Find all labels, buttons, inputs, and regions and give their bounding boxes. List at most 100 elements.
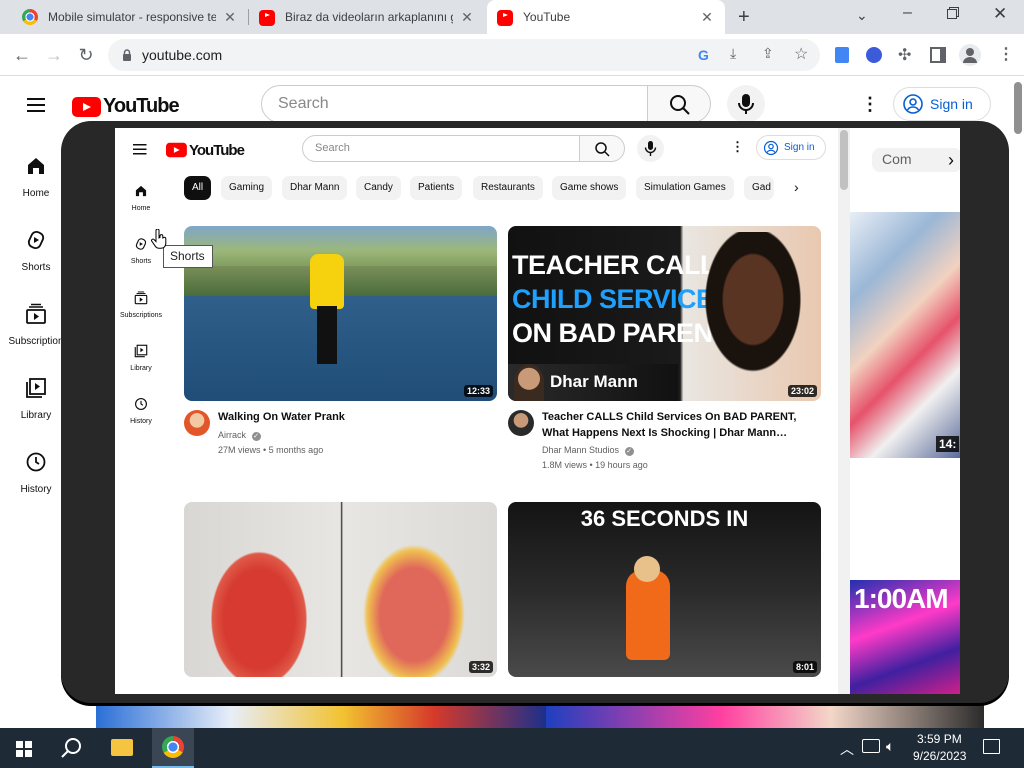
chrome-icon — [162, 736, 184, 758]
youtube-play-icon — [72, 96, 101, 117]
tab-search-icon[interactable]: ⌄ — [856, 7, 868, 24]
verified-icon: ✓ — [251, 432, 261, 441]
sidebar-item-library[interactable]: Library — [116, 344, 166, 372]
history-icon — [135, 398, 147, 410]
extension-doc-icon[interactable] — [835, 47, 849, 63]
forward-icon[interactable]: → — [44, 45, 64, 65]
sidebar-item-home[interactable]: Home — [116, 184, 166, 212]
account-icon — [903, 94, 923, 114]
simulator-scrollbar[interactable] — [838, 128, 850, 694]
extensions-puzzle-icon[interactable]: ✣ — [898, 45, 911, 65]
duration-badge: 3:32 — [468, 661, 493, 673]
share-icon[interactable]: ⇪ — [762, 45, 774, 62]
microphone-icon — [738, 94, 754, 114]
menu-icon[interactable] — [133, 141, 147, 158]
browser-toolbar: ← → ↻ youtube.com G ⤓ ⇪ ☆ ✣ ⋮ — [0, 34, 1024, 76]
library-icon — [134, 344, 148, 358]
extension-shield-icon[interactable] — [866, 47, 882, 63]
chip-simulation-games[interactable]: Simulation Games — [636, 176, 734, 200]
volume-muted-icon[interactable]: 🔈︎ — [886, 738, 894, 755]
chip-restaurants[interactable]: Restaurants — [473, 176, 543, 200]
google-icon[interactable]: G — [698, 47, 709, 63]
url-text: youtube.com — [142, 47, 223, 63]
clock-time[interactable]: 3:59 PM — [917, 732, 962, 746]
chip-game-shows[interactable]: Game shows — [552, 176, 627, 200]
network-icon[interactable] — [862, 739, 880, 753]
sidebar-item-history[interactable]: History — [116, 397, 166, 425]
video-title[interactable]: Walking On Water Prank — [218, 409, 345, 425]
tab-title: Biraz da videoların arkaplanını gö — [285, 10, 453, 24]
chip-partial[interactable]: Com — [872, 148, 960, 172]
search-button[interactable] — [579, 135, 625, 162]
search-input[interactable]: Search — [302, 135, 580, 162]
reload-icon[interactable]: ↻ — [76, 45, 96, 65]
chrome-menu-icon[interactable]: ⋮ — [998, 44, 1014, 64]
back-icon[interactable]: ← — [12, 45, 32, 65]
side-panel-icon[interactable] — [930, 47, 946, 63]
simulator-scrollbar-thumb[interactable] — [840, 130, 848, 190]
thumbnail-person — [317, 306, 337, 364]
address-bar[interactable]: youtube.com G ⤓ ⇪ ☆ — [108, 39, 820, 71]
sidebar-label: Library — [130, 365, 152, 372]
install-icon[interactable]: ⤓ — [730, 45, 736, 62]
channel-avatar[interactable] — [184, 410, 210, 436]
thumbnail-hand — [354, 532, 474, 677]
windows-start-icon[interactable] — [16, 741, 32, 757]
chip-candy[interactable]: Candy — [356, 176, 401, 200]
library-icon — [26, 378, 46, 398]
chip-all[interactable]: All — [184, 176, 212, 200]
search-icon[interactable] — [61, 737, 83, 764]
search-input[interactable]: Search — [261, 85, 649, 123]
file-explorer-icon[interactable] — [111, 739, 133, 756]
restore-icon[interactable] — [947, 6, 959, 19]
sidebar-label: History — [130, 418, 152, 425]
tab-youtube-video[interactable]: Biraz da videoların arkaplanını gö ✕ — [249, 0, 485, 34]
chip-patients[interactable]: Patients — [410, 176, 463, 200]
channel-name[interactable]: Dhar Mann Studios — [542, 445, 619, 455]
settings-more-icon[interactable]: ⋮ — [861, 94, 879, 115]
voice-search-button[interactable] — [727, 85, 765, 123]
page-scrollbar[interactable] — [1014, 82, 1022, 134]
taskbar-chrome-button[interactable] — [152, 728, 194, 768]
chip-gaming[interactable]: Gaming — [221, 176, 273, 200]
sign-in-button[interactable]: Sign in — [756, 135, 826, 160]
video-title[interactable]: Teacher CALLS Child Services On BAD PARE… — [542, 409, 796, 441]
close-tab-icon[interactable]: ✕ — [222, 9, 238, 26]
channel-name[interactable]: Airrack — [218, 430, 246, 440]
profile-avatar-icon[interactable] — [959, 44, 981, 66]
settings-more-icon[interactable]: ⋮ — [731, 139, 744, 155]
video-thumbnail-hands[interactable]: 3:32 — [184, 502, 497, 677]
youtube-logo[interactable]: YouTube — [166, 140, 245, 160]
chevron-right-icon[interactable]: › — [948, 150, 954, 171]
chip-dhar-mann[interactable]: Dhar Mann — [282, 176, 348, 200]
thumbnail-person — [634, 556, 660, 582]
tab-mobile-simulator[interactable]: Mobile simulator - responsive te ✕ — [12, 0, 248, 34]
youtube-logo[interactable]: YouTube — [72, 95, 180, 118]
chevron-right-icon[interactable]: › — [794, 179, 799, 195]
search-button[interactable] — [647, 85, 711, 123]
thumbnail-person — [626, 570, 670, 660]
video-thumbnail-walking-on-water[interactable]: 12:33 — [184, 226, 497, 401]
tray-chevron-up-icon[interactable]: ︿ — [840, 739, 854, 759]
sign-in-button[interactable]: Sign in — [893, 87, 991, 121]
background-video-thumbnail[interactable] — [850, 212, 960, 458]
menu-icon[interactable] — [27, 94, 45, 116]
video-title-line: Teacher CALLS Child Services On BAD PARE… — [542, 411, 797, 423]
close-tab-icon[interactable]: ✕ — [459, 9, 475, 26]
new-tab-icon[interactable]: + — [738, 6, 750, 29]
minimize-icon[interactable]: – — [903, 4, 912, 22]
close-window-icon[interactable]: ✕ — [993, 4, 1007, 24]
channel-avatar[interactable] — [508, 410, 534, 436]
sidebar-item-subscriptions[interactable]: Subscriptions — [116, 291, 166, 319]
video-thumbnail-teacher-calls[interactable]: TEACHER CALLS CHILD SERVICES ON BAD PARE… — [508, 226, 821, 401]
voice-search-button[interactable] — [637, 135, 664, 162]
notifications-icon[interactable] — [983, 739, 1000, 754]
clock-date[interactable]: 9/26/2023 — [913, 749, 966, 763]
tab-title: YouTube — [523, 10, 571, 24]
chip-gadgets[interactable]: Gad — [744, 176, 774, 200]
tab-youtube[interactable]: YouTube ✕ — [487, 0, 725, 34]
microphone-icon — [644, 141, 657, 156]
bookmark-star-icon[interactable]: ☆ — [794, 44, 808, 64]
close-tab-icon[interactable]: ✕ — [699, 9, 715, 26]
video-thumbnail-36-seconds[interactable]: 36 SECONDS IN 8:01 — [508, 502, 821, 677]
